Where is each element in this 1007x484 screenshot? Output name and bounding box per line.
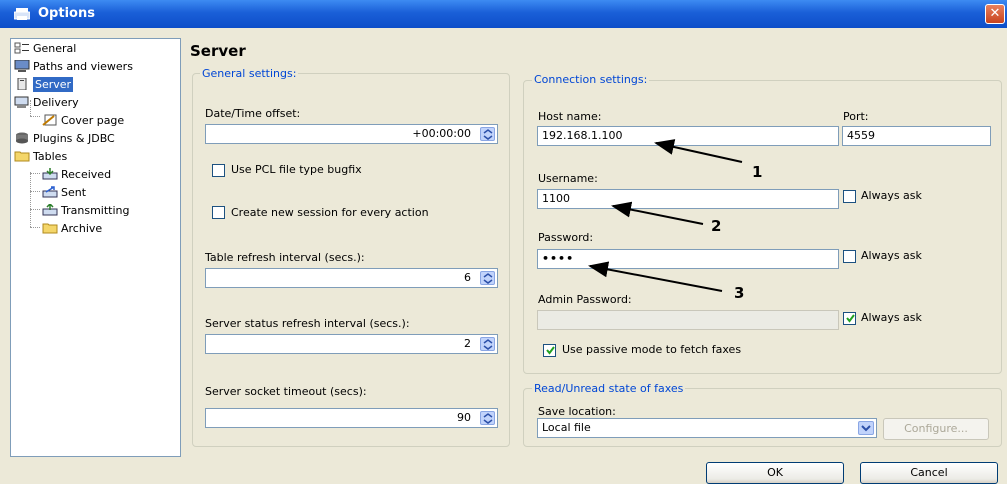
arrow-2-line [611, 201, 704, 225]
annotation-label-2: 2 [711, 217, 722, 235]
annotation-label-3: 3 [734, 284, 745, 302]
button-bar [0, 459, 1007, 481]
arrow-1-line [654, 139, 743, 163]
arrow-3-line [588, 261, 723, 292]
annotation-label-1: 1 [752, 163, 763, 181]
annotation-arrows [588, 139, 743, 292]
